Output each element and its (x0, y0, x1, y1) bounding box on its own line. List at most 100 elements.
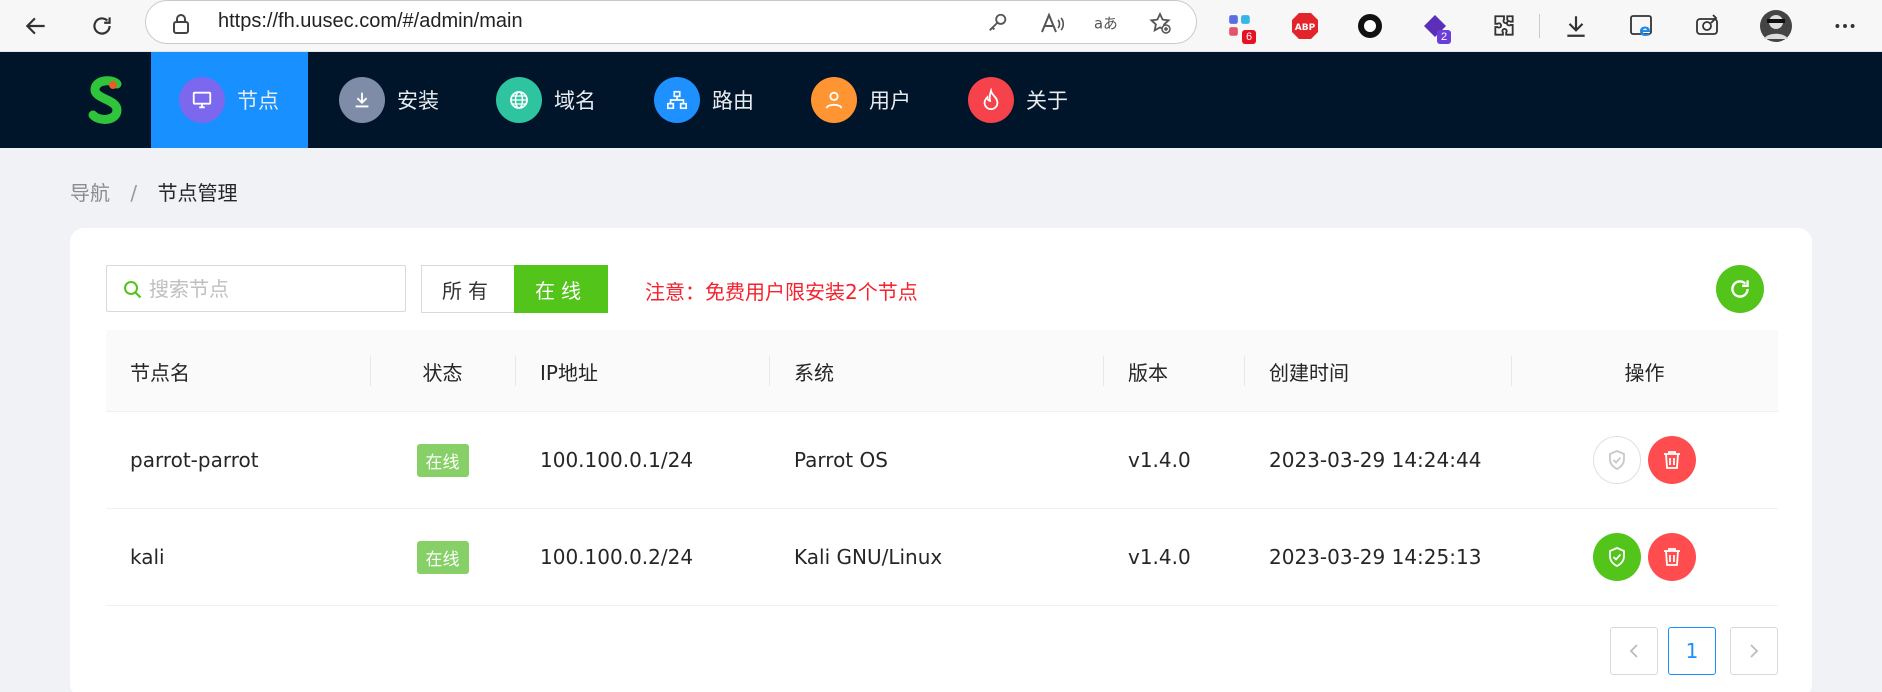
pagination-prev-button[interactable] (1610, 627, 1658, 675)
back-button[interactable] (18, 8, 54, 44)
url-text: https://fh.uusec.com/#/admin/main (218, 10, 523, 32)
column-header-name: 节点名 (130, 360, 190, 385)
breadcrumb: 导航 / 节点管理 (70, 177, 237, 206)
table-row: parrot-parrot 在线 100.100.0.1/24 Parrot O… (106, 412, 1778, 509)
delete-button[interactable] (1648, 436, 1696, 484)
app-header: 节点 安装 域名 路由 用户 关于 (0, 52, 1882, 148)
circle-extension-icon[interactable] (1352, 8, 1388, 44)
node-version: v1.4.0 (1128, 545, 1191, 569)
authorize-button[interactable] (1593, 533, 1641, 581)
node-os: Parrot OS (794, 448, 888, 472)
extension-badge: 2 (1437, 30, 1451, 44)
node-version: v1.4.0 (1128, 448, 1191, 472)
puzzle-extensions-icon[interactable] (1486, 8, 1522, 44)
free-tier-notice: 注意：免费用户限安装2个节点 (645, 280, 918, 304)
download-icon (339, 77, 385, 123)
node-ip: 100.100.0.1/24 (540, 448, 694, 472)
search-icon (123, 280, 143, 304)
svg-text:aあ: aあ (1094, 16, 1118, 33)
nav-label: 路由 (712, 89, 754, 113)
globe-icon (496, 77, 542, 123)
trash-icon (1664, 548, 1680, 566)
refresh-icon (1731, 280, 1749, 298)
status-badge: 在线 (416, 540, 469, 574)
extension-badge: 6 (1242, 30, 1256, 44)
column-divider (769, 356, 770, 386)
column-divider (1244, 356, 1245, 386)
translate-icon[interactable]: aあ (1094, 11, 1118, 35)
chevron-right-icon (1750, 644, 1759, 658)
pagination-page-1[interactable]: 1 (1668, 627, 1716, 675)
nav-label: 域名 (554, 89, 596, 113)
breadcrumb-current: 节点管理 (157, 181, 238, 205)
table-row: kali 在线 100.100.0.2/24 Kali GNU/Linux v1… (106, 509, 1778, 606)
node-os: Kali GNU/Linux (794, 545, 943, 569)
node-created: 2023-03-29 14:24:44 (1269, 448, 1482, 472)
arrow-left-icon (25, 17, 45, 35)
column-header-actions: 操作 (1624, 360, 1665, 385)
delete-button[interactable] (1648, 533, 1696, 581)
column-header-os: 系统 (794, 360, 834, 385)
nodes-card: 所有 在线 注意：免费用户限安装2个节点 节点名 状态 IP地址 系统 版本 创… (70, 228, 1812, 692)
node-name: kali (130, 545, 165, 569)
user-icon (811, 77, 857, 123)
more-menu-icon[interactable] (1827, 8, 1863, 44)
key-icon[interactable] (986, 11, 1010, 35)
read-aloud-icon[interactable] (1040, 11, 1064, 35)
search-box[interactable] (106, 265, 406, 312)
nav-label: 安装 (397, 89, 439, 113)
node-created: 2023-03-29 14:25:13 (1269, 545, 1482, 569)
ie-mode-icon[interactable]: e (1624, 8, 1660, 44)
chevron-left-icon (1629, 644, 1638, 658)
search-input[interactable] (149, 274, 389, 304)
nav-item-about[interactable]: 关于 (940, 52, 1090, 148)
column-header-created: 创建时间 (1269, 360, 1349, 385)
status-cell: 在线 (370, 412, 515, 508)
trash-icon (1664, 451, 1680, 469)
profile-avatar[interactable] (1758, 8, 1794, 44)
breadcrumb-separator: / (130, 181, 138, 205)
nav-item-routes[interactable]: 路由 (626, 52, 776, 148)
reload-icon (93, 17, 111, 35)
adblock-plus-icon[interactable]: ABP (1287, 8, 1323, 44)
column-header-ip: IP地址 (540, 360, 598, 385)
filter-online-button[interactable]: 在线 (514, 265, 608, 313)
pagination-next-button[interactable] (1730, 627, 1778, 675)
browser-toolbar: https://fh.uusec.com/#/admin/main aあ 6 A… (0, 0, 1882, 52)
refresh-button[interactable] (1716, 265, 1764, 313)
nav-item-install[interactable]: 安装 (311, 52, 461, 148)
flame-icon (968, 77, 1014, 123)
nav-label: 用户 (869, 89, 911, 113)
app-logo[interactable] (86, 74, 126, 126)
svg-text:e: e (1639, 21, 1651, 40)
filter-all-button[interactable]: 所有 (421, 265, 515, 313)
lock-icon (172, 13, 190, 39)
svg-text:ABP: ABP (1295, 23, 1316, 33)
nav-item-nodes[interactable]: 节点 (151, 52, 308, 148)
downloads-icon[interactable] (1558, 8, 1594, 44)
table-header: 节点名 状态 IP地址 系统 版本 创建时间 操作 (106, 330, 1778, 412)
screenshot-icon[interactable] (1690, 8, 1726, 44)
node-ip: 100.100.0.2/24 (540, 545, 694, 569)
address-bar[interactable]: https://fh.uusec.com/#/admin/main aあ (145, 0, 1197, 44)
nav-item-users[interactable]: 用户 (783, 52, 933, 148)
sitemap-icon (654, 77, 700, 123)
breadcrumb-root[interactable]: 导航 (70, 181, 110, 205)
nav-label: 节点 (237, 89, 279, 113)
node-name: parrot-parrot (130, 448, 259, 472)
column-header-status: 状态 (422, 360, 463, 385)
shield-check-icon (1609, 547, 1625, 568)
reload-button[interactable] (84, 8, 120, 44)
gem-extension-icon[interactable]: 2 (1417, 8, 1453, 44)
column-divider (1103, 356, 1104, 386)
authorize-button[interactable] (1593, 436, 1641, 484)
monitor-icon (179, 77, 225, 123)
status-badge: 在线 (416, 443, 469, 477)
column-divider (515, 356, 516, 386)
favorite-star-icon[interactable] (1148, 11, 1172, 35)
status-cell: 在线 (370, 509, 515, 605)
apps-extension-icon[interactable]: 6 (1222, 8, 1258, 44)
nav-label: 关于 (1026, 89, 1068, 113)
nav-item-domains[interactable]: 域名 (468, 52, 618, 148)
column-header-version: 版本 (1128, 360, 1168, 385)
